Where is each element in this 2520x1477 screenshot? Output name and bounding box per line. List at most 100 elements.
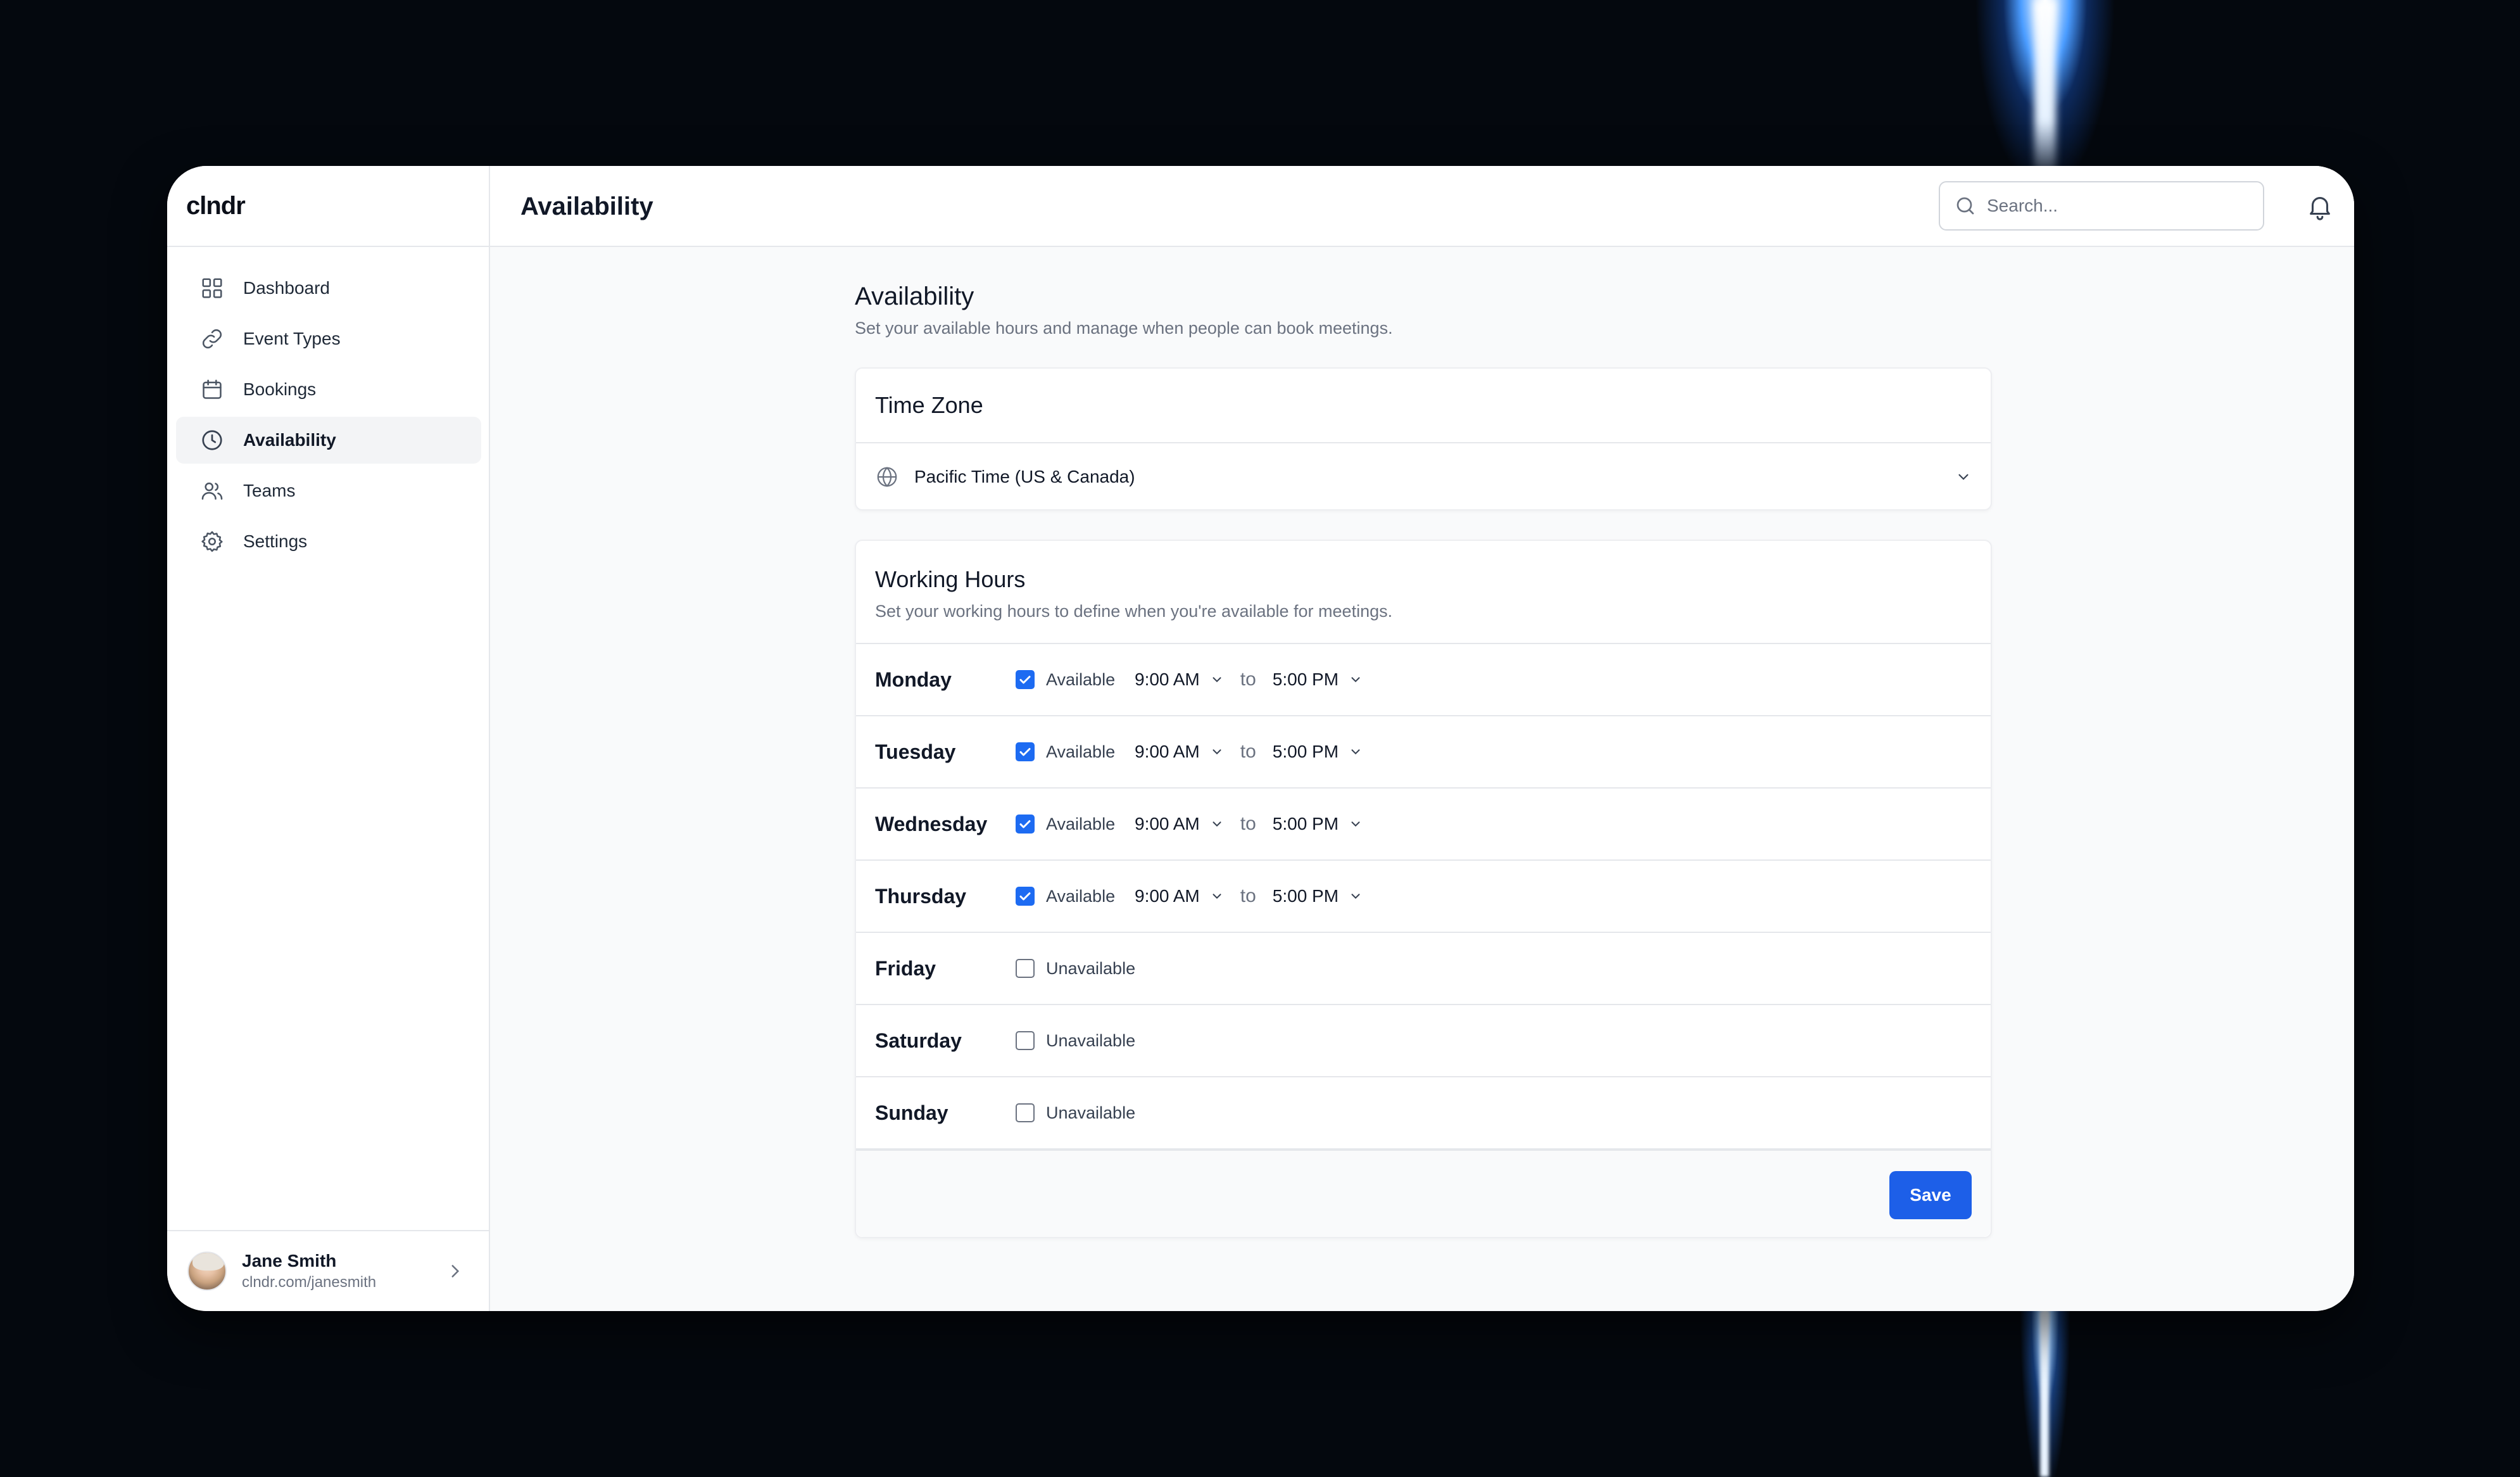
sidebar-item-settings[interactable]: Settings — [176, 518, 481, 565]
availability-checkbox[interactable] — [1016, 670, 1035, 689]
start-time-value: 9:00 AM — [1135, 886, 1200, 906]
day-row-saturday: Saturday Unavailable — [856, 1005, 1991, 1077]
users-icon — [200, 479, 224, 503]
calendar-icon — [200, 377, 224, 402]
availability-label: Available — [1046, 669, 1116, 689]
end-time-select[interactable]: 5:00 PM — [1273, 886, 1363, 906]
availability-label: Unavailable — [1046, 1030, 1136, 1050]
to-label: to — [1240, 885, 1256, 906]
user-url: clndr.com/janesmith — [242, 1274, 377, 1291]
sidebar: clndr Dashboard Event Types Bookings Ava… — [167, 166, 490, 1311]
day-row-wednesday: Wednesday Available 9:00 AM to 5:00 PM — [856, 789, 1991, 861]
sidebar-item-dashboard[interactable]: Dashboard — [176, 265, 481, 312]
timezone-card: Time Zone Pacific Time (US & Canada) — [855, 367, 1992, 510]
start-time-select[interactable]: 9:00 AM — [1135, 886, 1224, 906]
availability-checkbox[interactable] — [1016, 1031, 1035, 1050]
availability-label: Available — [1046, 742, 1116, 761]
timezone-header: Time Zone — [856, 369, 1991, 443]
end-time-select[interactable]: 5:00 PM — [1273, 814, 1363, 834]
timezone-title: Time Zone — [875, 392, 983, 418]
section-description: Set your available hours and manage when… — [855, 319, 1393, 338]
availability-label: Unavailable — [1046, 958, 1136, 978]
bell-icon[interactable] — [2305, 191, 2334, 222]
globe-icon — [877, 467, 897, 487]
timezone-value: Pacific Time (US & Canada) — [914, 467, 1135, 486]
start-time-select[interactable]: 9:00 AM — [1135, 814, 1224, 834]
availability-checkbox[interactable] — [1016, 887, 1035, 906]
availability-content: Availability Set your available hours an… — [855, 282, 1992, 1238]
day-row-tuesday: Tuesday Available 9:00 AM to 5:00 PM — [856, 716, 1991, 789]
day-name: Sunday — [875, 1101, 948, 1124]
sidebar-nav: Dashboard Event Types Bookings Availabil… — [176, 265, 481, 569]
availability-label: Available — [1046, 814, 1116, 834]
save-button[interactable]: Save — [1889, 1171, 1972, 1219]
sidebar-item-label: Bookings — [243, 379, 317, 399]
start-time-value: 9:00 AM — [1135, 814, 1200, 834]
day-row-monday: Monday Available 9:00 AM to 5:00 PM — [856, 644, 1991, 716]
availability-checkbox[interactable] — [1016, 742, 1035, 761]
sidebar-item-label: Dashboard — [243, 278, 330, 298]
day-name: Tuesday — [875, 740, 956, 763]
sidebar-item-label: Settings — [243, 531, 308, 551]
sidebar-item-label: Event Types — [243, 329, 341, 348]
section-heading: Availability — [855, 282, 974, 310]
search-input[interactable] — [1987, 196, 2240, 216]
chevron-down-icon — [1351, 894, 1360, 899]
day-row-friday: Friday Unavailable — [856, 933, 1991, 1005]
check-icon — [1019, 892, 1031, 901]
start-time-select[interactable]: 9:00 AM — [1135, 669, 1224, 690]
day-name: Saturday — [875, 1029, 962, 1052]
sidebar-item-availability[interactable]: Availability — [176, 417, 481, 464]
end-time-value: 5:00 PM — [1272, 742, 1339, 761]
chevron-down-icon — [1213, 677, 1221, 683]
chevron-down-icon — [1351, 677, 1360, 683]
day-name: Wednesday — [875, 812, 988, 835]
working-hours-title: Working Hours — [875, 566, 1026, 592]
app-window: clndr Dashboard Event Types Bookings Ava… — [167, 166, 2354, 1311]
to-label: to — [1240, 813, 1256, 834]
day-name: Thursday — [875, 884, 967, 908]
user-info: Jane Smith clndr.com/janesmith — [242, 1251, 444, 1291]
working-hours-card: Working Hours Set your working hours to … — [855, 540, 1992, 1238]
to-label: to — [1240, 741, 1256, 762]
sidebar-item-label: Availability — [243, 430, 336, 450]
day-name: Monday — [875, 668, 952, 691]
sidebar-divider — [167, 246, 489, 247]
availability-checkbox[interactable] — [1016, 1103, 1035, 1122]
availability-label: Available — [1046, 886, 1116, 906]
end-time-value: 5:00 PM — [1272, 886, 1339, 906]
sidebar-item-label: Teams — [243, 481, 296, 500]
day-name: Friday — [875, 956, 936, 980]
user-profile[interactable]: Jane Smith clndr.com/janesmith — [167, 1230, 489, 1311]
start-time-select[interactable]: 9:00 AM — [1135, 742, 1224, 762]
app-logo[interactable]: clndr — [186, 166, 246, 246]
to-label: to — [1240, 669, 1256, 690]
working-hours-footer: Save — [856, 1150, 1991, 1237]
page-title: Availability — [520, 193, 653, 220]
day-row-sunday: Sunday Unavailable — [856, 1077, 1991, 1150]
background-light-core-top — [2034, 0, 2056, 171]
start-time-value: 9:00 AM — [1135, 742, 1200, 761]
sidebar-item-teams[interactable]: Teams — [176, 467, 481, 514]
chevron-down-icon — [1213, 749, 1221, 755]
availability-checkbox[interactable] — [1016, 959, 1035, 978]
search-box[interactable] — [1939, 181, 2264, 231]
chevron-down-icon — [1213, 821, 1221, 827]
start-time-value: 9:00 AM — [1135, 669, 1200, 689]
working-hours-header: Working Hours Set your working hours to … — [856, 541, 1991, 644]
end-time-select[interactable]: 5:00 PM — [1273, 742, 1363, 762]
end-time-value: 5:00 PM — [1272, 669, 1339, 689]
chevron-down-icon — [1213, 894, 1221, 899]
chevron-right-icon[interactable] — [444, 1260, 466, 1282]
availability-label: Unavailable — [1046, 1103, 1136, 1122]
end-time-select[interactable]: 5:00 PM — [1273, 669, 1363, 690]
sidebar-item-event-types[interactable]: Event Types — [176, 315, 481, 362]
timezone-select[interactable]: Pacific Time (US & Canada) — [856, 443, 1991, 510]
user-name: Jane Smith — [242, 1251, 337, 1271]
avatar — [187, 1252, 227, 1291]
availability-checkbox[interactable] — [1016, 815, 1035, 834]
chevron-down-icon — [1351, 749, 1360, 755]
day-row-thursday: Thursday Available 9:00 AM to 5:00 PM — [856, 861, 1991, 933]
sidebar-item-bookings[interactable]: Bookings — [176, 366, 481, 413]
grid-icon — [200, 276, 224, 300]
